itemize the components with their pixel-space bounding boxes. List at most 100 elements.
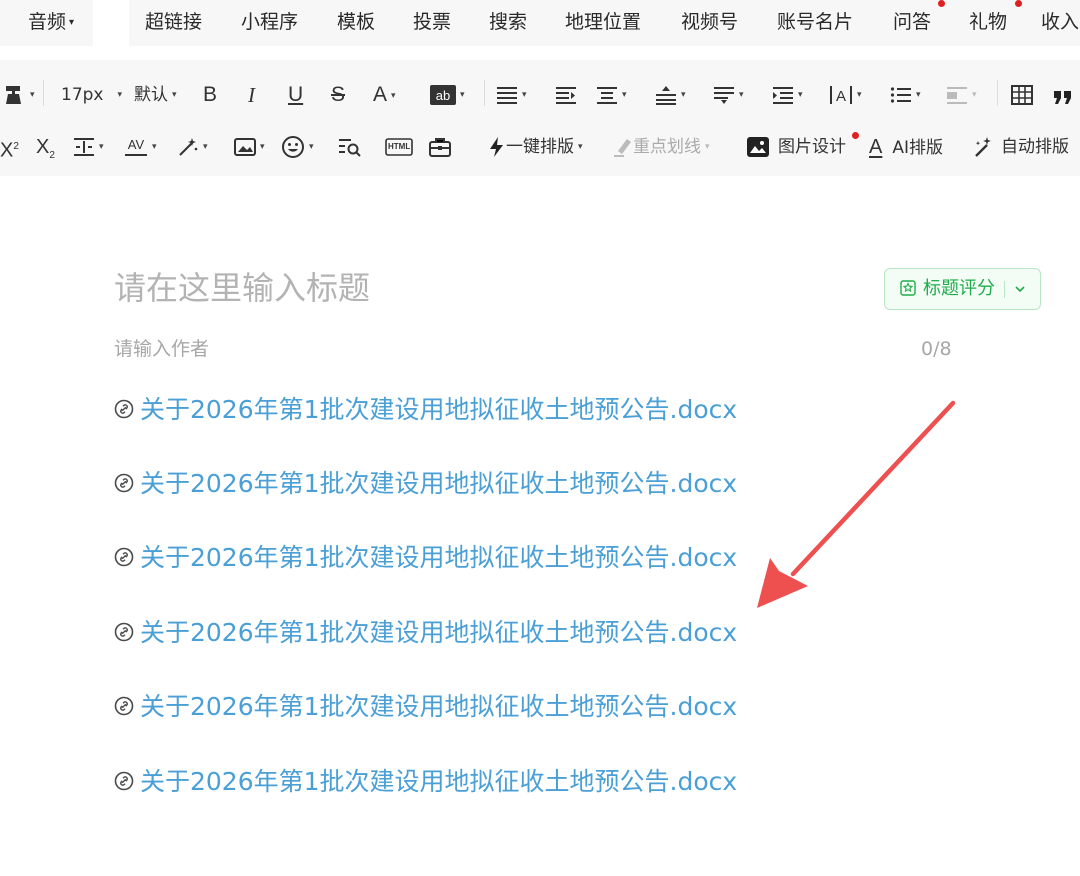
link-icon	[114, 771, 134, 791]
toolbar-divider	[43, 80, 44, 106]
highlight-color-button[interactable]: ab ▾	[430, 80, 465, 110]
menu-item-template[interactable]: 模板	[337, 8, 375, 36]
score-divider	[1004, 281, 1005, 298]
ai-layout-icon: A	[869, 136, 883, 158]
menu-item-hyperlink[interactable]: 超链接	[145, 8, 202, 36]
lightning-icon	[490, 137, 503, 157]
attachment-link[interactable]: 关于2026年第1批次建设用地拟征收土地预公告.docx	[114, 393, 737, 427]
insert-menu-bar: 音频 ▾ 超链接 小程序 模板 投票 搜索 地理位置 视频号 账号名片 问答 礼物…	[0, 0, 1080, 46]
svg-text:AV: AV	[128, 137, 145, 152]
paragraph-spacing-button[interactable]: ▾	[596, 80, 627, 110]
html-button[interactable]: HTML	[385, 132, 413, 162]
auto-layout-button[interactable]: 自动排版	[973, 132, 1069, 162]
title-score-label: 标题评分	[923, 278, 995, 299]
font-family-select[interactable]: 默认 ▾	[134, 80, 177, 110]
menu-item-audio[interactable]: 音频 ▾	[28, 8, 74, 36]
link-icon	[114, 547, 134, 567]
quote-button[interactable]	[1052, 80, 1074, 110]
format-painter-button[interactable]: ▾	[2, 80, 35, 110]
quote-icon	[1054, 90, 1071, 104]
menu-item-location[interactable]: 地理位置	[565, 8, 641, 36]
menu-item-mini-program[interactable]: 小程序	[241, 8, 298, 36]
spacing-after-button[interactable]: ▾	[772, 80, 803, 110]
line-height-button[interactable]: ▾	[655, 80, 686, 110]
emoji-icon	[282, 136, 304, 158]
emoji-button[interactable]: ▾	[281, 132, 314, 162]
image-design-notify-dot	[852, 132, 859, 139]
find-replace-button[interactable]	[338, 132, 362, 162]
line-height-icon	[656, 86, 676, 105]
menu-item-audio-label: 音频	[28, 11, 67, 33]
magic-pen-button[interactable]: ▾	[177, 132, 208, 162]
menu-item-vote[interactable]: 投票	[413, 8, 451, 36]
toolbar-divider	[484, 80, 485, 106]
qa-notify-dot	[938, 0, 945, 7]
author-input[interactable]: 请输入作者	[114, 336, 414, 362]
attachment-link-text: 关于2026年第1批次建设用地拟征收土地预公告.docx	[140, 618, 738, 647]
spacing-before-button[interactable]: ▾	[713, 80, 744, 110]
attachment-link[interactable]: 关于2026年第1批次建设用地拟征收土地预公告.docx	[114, 541, 737, 575]
menu-item-search[interactable]: 搜索	[489, 8, 527, 36]
score-star-icon	[900, 280, 916, 296]
menu-item-channels[interactable]: 视频号	[681, 8, 738, 36]
background-color-icon: ab	[430, 85, 456, 105]
letter-spacing-button[interactable]: A ▾	[829, 80, 862, 110]
author-char-count: 0/8	[921, 338, 952, 360]
indent-button[interactable]	[555, 80, 577, 110]
attachment-link[interactable]: 关于2026年第1批次建设用地拟征收土地预公告.docx	[114, 467, 737, 501]
insert-table-button[interactable]	[1011, 80, 1033, 110]
link-icon	[114, 473, 134, 493]
ai-layout-button[interactable]: A AI排版	[869, 132, 943, 162]
font-color-button[interactable]: A ▾	[373, 80, 396, 110]
attachment-link-text: 关于2026年第1批次建设用地拟征收土地预公告.docx	[140, 469, 738, 498]
format-painter-icon	[6, 86, 21, 104]
indent-icon	[556, 87, 576, 104]
auto-layout-icon	[975, 137, 991, 157]
toolbox-button[interactable]	[428, 132, 452, 162]
toolbar-divider	[997, 80, 998, 106]
italic-button[interactable]: I	[248, 80, 255, 110]
menu-item-qa[interactable]: 问答	[893, 8, 931, 36]
underline-button[interactable]: U	[288, 80, 303, 110]
subscript-button[interactable]: X2	[36, 132, 55, 162]
table-icon	[1011, 85, 1033, 105]
divider-line-button[interactable]: ▾	[73, 132, 104, 162]
superscript-button[interactable]: X2	[0, 132, 19, 162]
menu-item-account-card[interactable]: 账号名片	[777, 8, 853, 36]
char-spacing-icon: AV	[125, 137, 147, 156]
font-family-value: 默认	[134, 85, 168, 105]
attachment-link[interactable]: 关于2026年第1批次建设用地拟征收土地预公告.docx	[114, 690, 737, 724]
strikethrough-button[interactable]: S	[331, 80, 345, 110]
image-design-button[interactable]: 图片设计	[746, 132, 846, 162]
menu-item-gift[interactable]: 礼物	[969, 8, 1007, 36]
paragraph-spacing-icon	[597, 87, 617, 104]
key-underline-button[interactable]: 重点划线 ▾	[613, 132, 710, 162]
title-input[interactable]: 请在这里输入标题	[114, 266, 814, 310]
title-score-button[interactable]: 标题评分	[884, 268, 1041, 310]
align-justify-button[interactable]: ▾	[496, 80, 527, 110]
divider-line-icon	[74, 138, 94, 156]
svg-text:A: A	[836, 88, 846, 105]
one-click-layout-button[interactable]: 一键排版 ▾	[488, 132, 583, 162]
magic-wand-icon	[179, 138, 198, 156]
bullet-list-button[interactable]: ▾	[890, 80, 921, 110]
font-size-select[interactable]: 17px ▾	[61, 80, 122, 110]
menu-item-income[interactable]: 收入	[1041, 8, 1079, 36]
attachment-link[interactable]: 关于2026年第1批次建设用地拟征收土地预公告.docx	[114, 765, 737, 799]
insert-image-button[interactable]: ▾	[234, 132, 265, 162]
link-icon	[114, 399, 134, 419]
image-align-icon	[947, 87, 967, 104]
link-icon	[114, 622, 134, 642]
attachment-link-text: 关于2026年第1批次建设用地拟征收土地预公告.docx	[140, 395, 738, 424]
image-align-button[interactable]: ▾	[946, 80, 977, 110]
spacing-before-icon	[714, 87, 734, 104]
image-design-icon	[747, 137, 769, 157]
letter-spacing-icon: A	[830, 86, 852, 105]
bullet-list-icon	[890, 87, 911, 103]
attachment-link[interactable]: 关于2026年第1批次建设用地拟征收土地预公告.docx	[114, 616, 737, 650]
font-size-value: 17px	[61, 85, 104, 105]
attachment-link-text: 关于2026年第1批次建设用地拟征收土地预公告.docx	[140, 692, 738, 721]
text-spacing-button[interactable]: AV ▾	[124, 132, 157, 162]
chevron-down-icon[interactable]	[1013, 282, 1027, 296]
bold-button[interactable]: B	[203, 80, 217, 110]
